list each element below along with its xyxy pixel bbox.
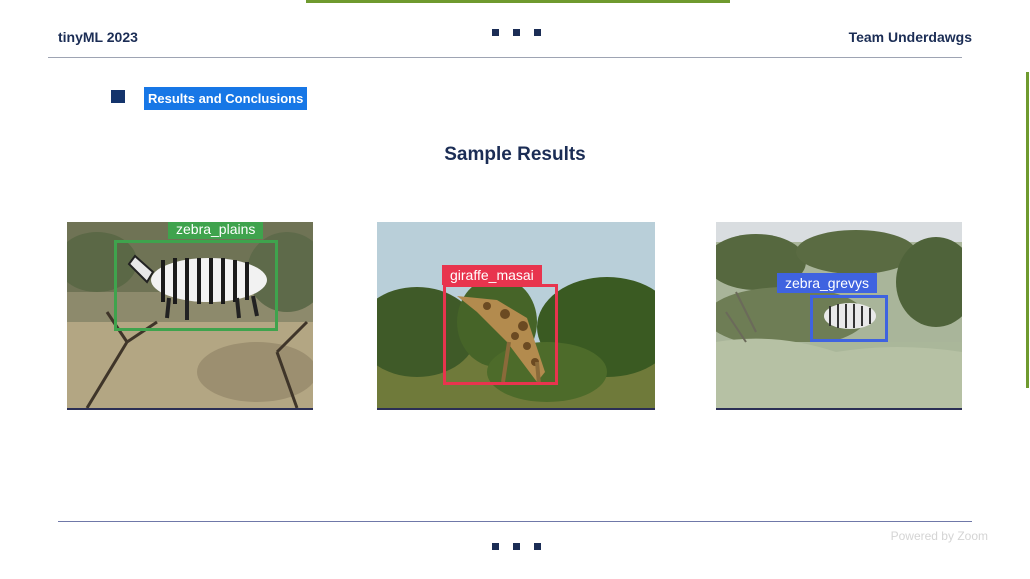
detection-label: zebra_grevys bbox=[777, 273, 878, 293]
slide-title: Sample Results bbox=[444, 144, 586, 165]
header-divider bbox=[48, 57, 962, 58]
header-team-name: Team Underdawgs bbox=[848, 29, 972, 45]
detection-box bbox=[114, 240, 278, 331]
section-title: Results and Conclusions bbox=[144, 87, 308, 110]
section-bullet-icon bbox=[111, 90, 125, 103]
result-image-giraffe-masai: giraffe_masai bbox=[377, 222, 655, 410]
footer-divider bbox=[58, 521, 972, 522]
result-image-zebra-plains: zebra_plains bbox=[67, 222, 313, 410]
zoom-watermark: Powered by Zoom bbox=[890, 529, 988, 543]
top-accent-bar bbox=[306, 0, 730, 3]
result-image-zebra-grevys: zebra_grevys bbox=[716, 222, 962, 410]
detection-box bbox=[443, 284, 558, 385]
footer-dots-decoration bbox=[492, 543, 541, 550]
detection-label: giraffe_masai bbox=[442, 265, 542, 285]
detection-label: zebra_plains bbox=[168, 222, 264, 239]
header-event-name: tinyML 2023 bbox=[58, 29, 138, 45]
header-dots-decoration bbox=[492, 29, 541, 36]
detection-box bbox=[810, 295, 888, 342]
right-accent-bar bbox=[1026, 72, 1029, 388]
